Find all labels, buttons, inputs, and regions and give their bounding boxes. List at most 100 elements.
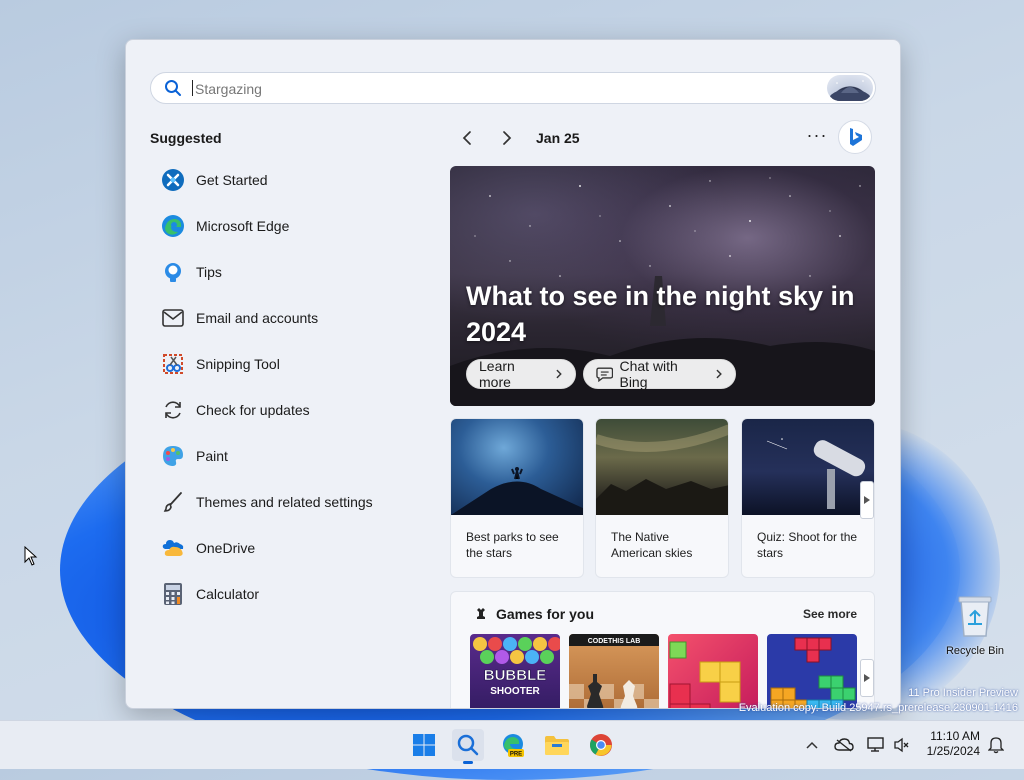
get-started-icon — [160, 167, 186, 193]
story-card-text: Quiz: Shoot for the stars — [757, 530, 858, 560]
bubble-title-text: BUBBLE — [484, 667, 547, 684]
story-card-image — [451, 419, 583, 515]
show-hidden-icons-button[interactable] — [802, 735, 822, 755]
story-card[interactable]: Quiz: Shoot for the stars — [741, 418, 875, 578]
monitor-icon — [867, 737, 884, 752]
refresh-icon — [160, 397, 186, 423]
suggested-item-edge[interactable]: Microsoft Edge — [148, 203, 428, 249]
start-button[interactable] — [408, 729, 440, 761]
feed-nav: Jan 25 — [456, 126, 580, 150]
story-card-text: Best parks to see the stars — [466, 530, 559, 560]
search-input[interactable] — [193, 77, 797, 101]
edge-icon — [160, 213, 186, 239]
windows-logo-icon — [413, 734, 435, 756]
watermark-line-2: Evaluation copy. Build 25947.rs_prerelea… — [738, 702, 1018, 714]
suggested-item-calculator[interactable]: Calculator — [148, 571, 428, 617]
onedrive-tray-icon[interactable] — [834, 735, 854, 755]
os-watermark: 11 Pro Insider Preview Evaluation copy. … — [739, 686, 1018, 716]
chrome-icon — [590, 734, 612, 756]
suggested-heading: Suggested — [150, 130, 222, 146]
search-highlight-image[interactable] — [827, 75, 873, 101]
edge-preview-badge: PRE — [510, 752, 522, 758]
chat-with-bing-button[interactable]: Chat with Bing — [583, 358, 736, 390]
mail-icon — [160, 305, 186, 331]
game-tile-chess[interactable]: CODETHIS LAB — [569, 634, 659, 708]
games-title: Games for you — [496, 606, 595, 622]
chrome-taskbar-button[interactable] — [585, 729, 617, 761]
hero-title: What to see in the night sky in 2024 — [466, 281, 855, 347]
snipping-tool-icon — [160, 351, 186, 377]
bing-button[interactable] — [838, 120, 872, 154]
codethis-lab-text: CODETHIS LAB — [588, 638, 641, 645]
triangle-right-icon — [864, 496, 870, 504]
learn-more-button[interactable]: Learn more — [466, 358, 576, 390]
suggested-item-label: Themes and related settings — [196, 494, 373, 510]
chevron-up-icon — [806, 741, 818, 749]
suggested-item-onedrive[interactable]: OneDrive — [148, 525, 428, 571]
edge-icon: PRE — [503, 734, 524, 758]
search-box[interactable] — [150, 72, 876, 104]
suggested-item-label: OneDrive — [196, 540, 256, 556]
game-tile-bubble-shooter[interactable]: BUBBLE SHOOTER — [470, 634, 560, 708]
file-explorer-taskbar-button[interactable] — [541, 729, 573, 761]
chat-with-bing-label: Chat with Bing — [619, 358, 678, 390]
suggested-item-label: Check for updates — [196, 402, 310, 418]
suggested-item-get-started[interactable]: Get Started — [148, 157, 428, 203]
edge-taskbar-button[interactable]: PRE — [497, 729, 529, 761]
hero-card[interactable]: What to see in the night sky in 2024 Lea… — [450, 166, 875, 406]
mouse-pointer-icon — [24, 546, 38, 566]
recycle-bin-label: Recycle Bin — [945, 645, 1005, 657]
chevron-right-icon — [556, 369, 563, 379]
search-panel: Suggested Get Started Microsoft Edge Tip… — [125, 39, 901, 709]
search-icon — [165, 80, 181, 96]
tips-icon — [160, 259, 186, 285]
shooter-title-text: SHOOTER — [490, 686, 540, 697]
recycle-bin-icon — [958, 596, 992, 637]
suggested-item-label: Get Started — [196, 172, 268, 188]
chat-icon — [596, 367, 614, 382]
brush-icon — [160, 489, 186, 515]
onedrive-icon — [160, 535, 186, 561]
bell-icon — [988, 737, 1004, 754]
suggested-item-label: Snipping Tool — [196, 356, 280, 372]
watermark-line-1: 11 Pro Insider Preview — [908, 687, 1018, 699]
notifications-button[interactable] — [986, 735, 1006, 755]
clock-date: 1/25/2024 — [926, 744, 980, 758]
paint-icon — [160, 443, 186, 469]
chevron-right-icon — [716, 369, 723, 379]
triangle-right-icon — [864, 674, 870, 682]
story-card-image — [742, 419, 874, 515]
suggested-item-label: Microsoft Edge — [196, 218, 290, 234]
observatory-icon — [828, 80, 872, 101]
search-taskbar-button[interactable] — [452, 729, 484, 764]
chevron-right-icon — [503, 131, 512, 145]
taskbar-clock[interactable]: 11:10 AM 1/25/2024 — [918, 729, 980, 759]
suggested-item-tips[interactable]: Tips — [148, 249, 428, 295]
network-tray-icon[interactable] — [866, 735, 886, 755]
suggested-item-paint[interactable]: Paint — [148, 433, 428, 479]
clock-time: 11:10 AM — [930, 729, 980, 743]
recycle-bin[interactable]: Recycle Bin — [940, 594, 1010, 657]
next-day-button[interactable] — [496, 127, 518, 149]
suggested-item-email-accounts[interactable]: Email and accounts — [148, 295, 428, 341]
previous-day-button[interactable] — [456, 127, 478, 149]
suggested-item-themes[interactable]: Themes and related settings — [148, 479, 428, 525]
story-card[interactable]: The Native American skies — [595, 418, 729, 578]
cloud-icon — [834, 738, 854, 752]
story-card-text: The Native American skies — [611, 530, 693, 560]
suggested-item-snipping-tool[interactable]: Snipping Tool — [148, 341, 428, 387]
calculator-icon — [160, 581, 186, 607]
suggested-item-label: Calculator — [196, 586, 260, 602]
see-more-link[interactable]: See more — [803, 607, 857, 621]
suggested-item-check-updates[interactable]: Check for updates — [148, 387, 428, 433]
story-card[interactable]: Best parks to see the stars — [450, 418, 584, 578]
suggested-item-label: Paint — [196, 448, 228, 464]
suggested-list: Get Started Microsoft Edge Tips Email an… — [148, 157, 428, 617]
suggested-item-label: Email and accounts — [196, 310, 319, 326]
more-options-button[interactable]: ··· — [806, 126, 828, 148]
cards-scroll-right-button[interactable] — [860, 481, 874, 519]
learn-more-label: Learn more — [479, 358, 515, 390]
search-icon — [457, 734, 479, 756]
bing-icon — [850, 128, 862, 146]
volume-tray-icon[interactable] — [892, 735, 912, 755]
